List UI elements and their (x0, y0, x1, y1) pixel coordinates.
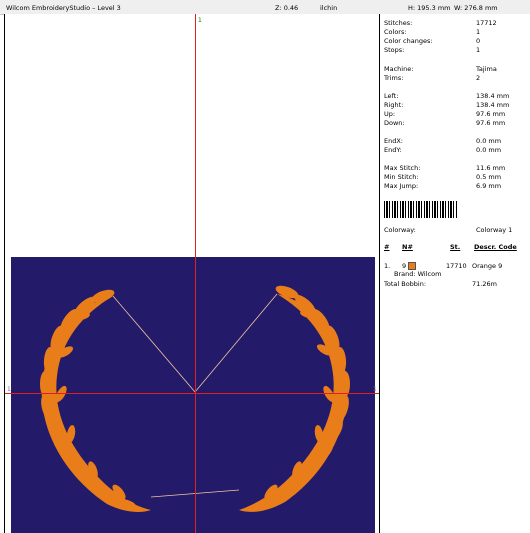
stat-row: Right: 138.4 mm (384, 101, 529, 110)
col-header-descr-code: Descr. Code (474, 243, 517, 251)
stat-row: Stops: 1 (384, 46, 529, 55)
stat-row: Stitches: 17712 (384, 19, 529, 28)
bobbin-label: Total Bobbin: (384, 280, 427, 288)
stat-row: Up: 97.6 mm (384, 110, 529, 119)
vertical-center-guide (195, 14, 196, 533)
colorway-value: Colorway 1 (476, 226, 513, 234)
stat-label: Stops: (384, 46, 405, 54)
stat-value: 6.9 mm (476, 182, 502, 190)
col-header-needle: N# (402, 243, 413, 251)
stat-label: EndX: (384, 137, 403, 145)
stat-value: 1 (476, 28, 481, 36)
horizontal-center-guide (5, 393, 379, 394)
stat-value: Tajima (476, 65, 497, 73)
units-readout: ilchin (320, 4, 338, 12)
stat-row: Machine: Tajima (384, 65, 529, 74)
app-title: Wilcom EmbroideryStudio – Level 3 (6, 4, 121, 12)
stat-row: Min Stitch: 0.5 mm (384, 173, 529, 182)
stat-value: 138.4 mm (476, 92, 510, 100)
stat-label: Down: (384, 119, 405, 127)
stat-row: Color changes: 0 (384, 37, 529, 46)
stat-label: Colors: (384, 28, 407, 36)
stat-value: 2 (476, 74, 481, 82)
height-readout: H: 195.3 mm (408, 4, 451, 12)
stat-row: Max Jump: 6.9 mm (384, 182, 529, 191)
stat-value: 17712 (476, 19, 497, 27)
stat-value: 0.0 mm (476, 137, 502, 145)
stat-value: 11.6 mm (476, 164, 506, 172)
stat-label: Machine: (384, 65, 414, 73)
stat-label: Left: (384, 92, 399, 100)
stat-row: EndY: 0.0 mm (384, 146, 529, 155)
wreath-design (40, 285, 350, 512)
thread-color-swatch (408, 262, 416, 270)
stat-value: 97.6 mm (476, 119, 506, 127)
title-bar: Wilcom EmbroideryStudio – Level 3 Z: 0.4… (0, 0, 530, 15)
stat-value: 0.0 mm (476, 146, 502, 154)
stat-row: Max Stitch: 11.6 mm (384, 164, 529, 173)
col-header-stitches: St. (450, 243, 461, 251)
row-description: Orange 9 (472, 262, 503, 270)
design-canvas[interactable]: 1 1 1 (4, 14, 380, 533)
row-index: 1. (384, 262, 391, 270)
stat-label: Up: (384, 110, 396, 118)
left-axis-marker: 1 (7, 386, 11, 393)
color-table-header: # N# St. Descr. Code (384, 243, 529, 253)
stat-label: Max Jump: (384, 182, 419, 190)
stat-row: Colors: 1 (384, 28, 529, 37)
barcode-icon (384, 201, 458, 218)
top-axis-marker: 1 (198, 17, 202, 24)
stat-row: EndX: 0.0 mm (384, 137, 529, 146)
stat-label: EndY: (384, 146, 402, 154)
stat-row: Left: 138.4 mm (384, 92, 529, 101)
row-needle: 9 (402, 262, 407, 270)
zoom-readout: Z: 0.46 (275, 4, 299, 12)
stat-label: Color changes: (384, 37, 433, 45)
width-readout: W: 276.8 mm (454, 4, 498, 12)
brand-label: Brand: Wilcom (394, 270, 442, 278)
col-header-index: # (384, 243, 390, 251)
stat-value: 138.4 mm (476, 101, 510, 109)
stat-value: 0 (476, 37, 481, 45)
stat-label: Max Stitch: (384, 164, 421, 172)
stat-label: Min Stitch: (384, 173, 419, 181)
design-info-panel: Stitches: 17712 Colors: 1 Color changes: 0 … (380, 14, 530, 533)
colorway-label: Colorway: (384, 226, 416, 234)
stat-label: Trims: (384, 74, 404, 82)
stat-row: Down: 97.6 mm (384, 119, 529, 128)
stat-value: 0.5 mm (476, 173, 502, 181)
right-laurel-branch (239, 285, 350, 512)
stat-value: 97.6 mm (476, 110, 506, 118)
right-axis-marker: 1 (373, 386, 377, 393)
bobbin-value: 71.26m (472, 280, 497, 288)
bobbin-row: Total Bobbin: 71.26m (384, 280, 529, 289)
stat-row: Trims: 2 (384, 74, 529, 83)
stat-value: 1 (476, 46, 481, 54)
stat-label: Right: (384, 101, 404, 109)
row-stitches: 17710 (446, 262, 467, 270)
stat-label: Stitches: (384, 19, 413, 27)
colorway-row: Colorway: Colorway 1 (384, 226, 529, 235)
brand-row: Brand: Wilcom (394, 270, 530, 279)
